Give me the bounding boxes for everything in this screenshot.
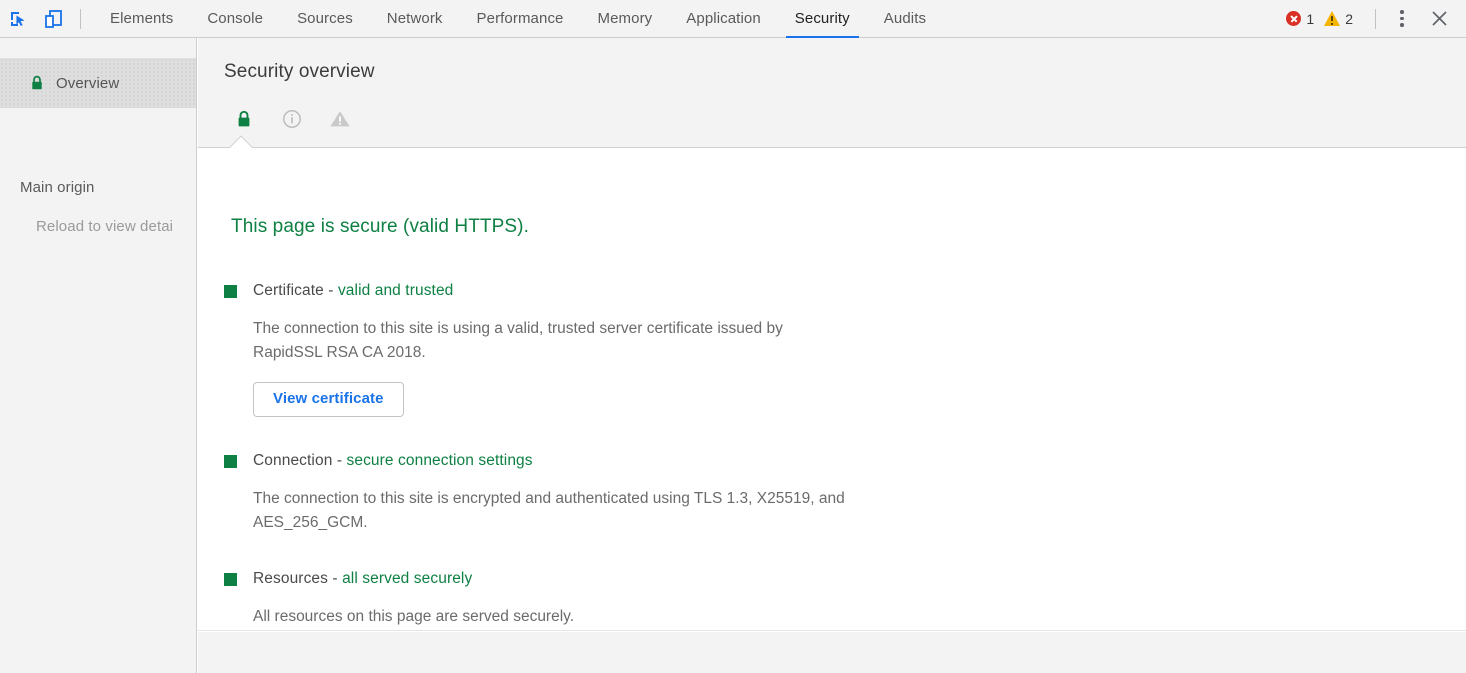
explanation-title: Resources - all served securely: [253, 568, 472, 589]
green-lock-icon: [30, 75, 44, 91]
view-certificate-button[interactable]: View certificate: [253, 382, 404, 417]
tab-label: Network: [387, 10, 443, 27]
tab-audits[interactable]: Audits: [867, 0, 943, 38]
warning-icon: [1324, 11, 1340, 26]
explanation-title: Connection - secure connection settings: [253, 450, 533, 471]
tab-sources[interactable]: Sources: [280, 0, 370, 38]
explanation-title-prefix: Resources -: [253, 570, 342, 587]
explanation-status: secure connection settings: [347, 452, 533, 469]
devtools-toolbar: Elements Console Sources Network Perform…: [0, 0, 1466, 38]
status-bullet-icon: [224, 573, 237, 586]
explanation-status: all served securely: [342, 570, 472, 587]
page-title: Security overview: [224, 61, 375, 83]
security-sidebar: Overview Main origin Reload to view deta…: [0, 38, 197, 673]
explanation-status: valid and trusted: [338, 282, 453, 299]
explanation-body: The connection to this site is encrypted…: [253, 487, 853, 535]
info-circle-icon[interactable]: [268, 102, 316, 136]
tab-performance[interactable]: Performance: [460, 0, 581, 38]
tab-elements[interactable]: Elements: [93, 0, 190, 38]
explanation-title: Certificate - valid and trusted: [253, 280, 453, 301]
vertical-dots-icon[interactable]: [1388, 5, 1416, 33]
warning-count: 2: [1345, 11, 1353, 27]
inspect-element-icon[interactable]: [0, 0, 36, 38]
panel-tabs: Elements Console Sources Network Perform…: [93, 0, 943, 38]
tab-security[interactable]: Security: [778, 0, 867, 38]
tab-label: Application: [686, 10, 760, 27]
explanation-title-row: Certificate - valid and trusted: [224, 280, 924, 301]
explanation-title-row: Resources - all served securely: [224, 568, 924, 589]
tab-label: Audits: [884, 10, 926, 27]
sidebar-item-label: Overview: [56, 75, 119, 92]
explanation-title-prefix: Certificate -: [253, 282, 338, 299]
status-bullet-icon: [224, 285, 237, 298]
explanation-certificate: Certificate - valid and trusted The conn…: [224, 280, 924, 417]
status-bullet-icon: [224, 455, 237, 468]
tab-label: Performance: [477, 10, 564, 27]
tab-memory[interactable]: Memory: [581, 0, 670, 38]
security-main-panel: Security overview: [198, 38, 1466, 673]
error-count-badge[interactable]: 1: [1286, 11, 1322, 27]
explanation-title-prefix: Connection -: [253, 452, 347, 469]
toolbar-right-group: 1 2: [1286, 2, 1466, 36]
close-icon[interactable]: [1422, 2, 1456, 36]
device-toolbar-icon[interactable]: [36, 0, 72, 38]
tab-label: Security: [795, 10, 850, 27]
toolbar-divider: [80, 9, 81, 29]
explanation-body: All resources on this page are served se…: [253, 605, 853, 629]
security-explanations: This page is secure (valid HTTPS). Certi…: [198, 148, 1466, 631]
explanation-connection: Connection - secure connection settings …: [224, 450, 924, 535]
security-panel-header: Security overview: [198, 38, 1466, 148]
tab-label: Memory: [598, 10, 653, 27]
tab-application[interactable]: Application: [669, 0, 777, 38]
tab-label: Elements: [110, 10, 173, 27]
sidebar-item-reload-hint[interactable]: Reload to view detai: [36, 218, 197, 235]
explanation-resources: Resources - all served securely All reso…: [224, 568, 924, 629]
tab-network[interactable]: Network: [370, 0, 460, 38]
devtools-window: Elements Console Sources Network Perform…: [0, 0, 1466, 673]
security-summary-heading: This page is secure (valid HTTPS).: [231, 216, 529, 238]
error-count: 1: [1306, 11, 1314, 27]
sidebar-group-main-origin: Main origin: [20, 179, 94, 196]
secure-lock-icon[interactable]: [220, 102, 268, 136]
sidebar-item-overview[interactable]: Overview: [0, 58, 197, 108]
warning-count-badge[interactable]: 2: [1324, 11, 1361, 27]
tab-label: Console: [207, 10, 263, 27]
panel-footer-area: [198, 632, 1466, 673]
tab-label: Sources: [297, 10, 353, 27]
toolbar-divider-right: [1375, 9, 1376, 29]
error-icon: [1286, 11, 1301, 26]
warning-triangle-icon[interactable]: [316, 102, 364, 136]
explanation-body: The connection to this site is using a v…: [253, 317, 853, 365]
security-summary-icons: [220, 102, 364, 136]
explanation-title-row: Connection - secure connection settings: [224, 450, 924, 471]
tab-console[interactable]: Console: [190, 0, 280, 38]
